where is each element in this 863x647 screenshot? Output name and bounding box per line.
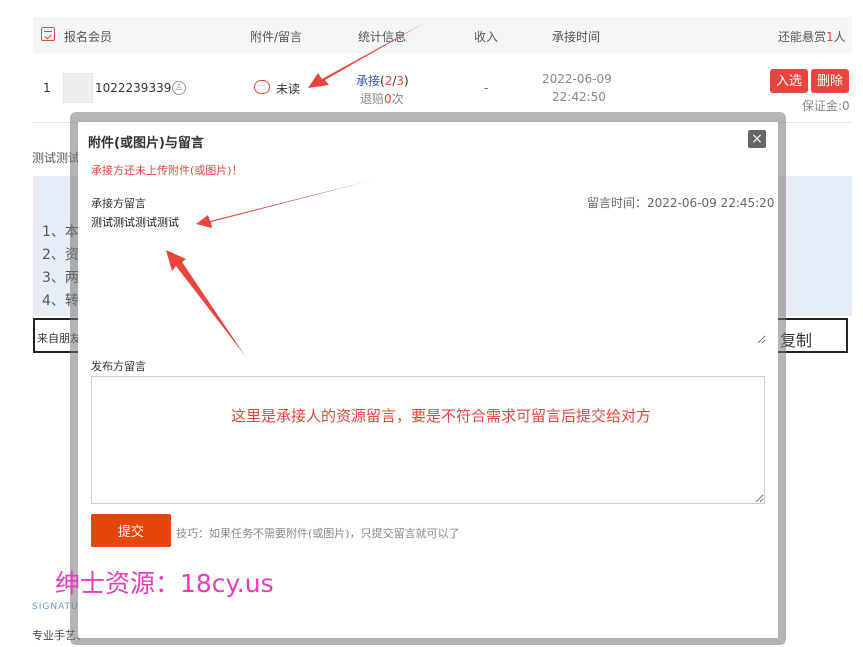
income-value: -: [484, 81, 489, 95]
modal-title: 附件(或图片)与留言: [88, 136, 204, 151]
header-attachment: 附件/留言: [250, 30, 303, 44]
message-icon[interactable]: ···: [254, 80, 270, 94]
header-member: 报名会员: [64, 30, 113, 44]
remaining-count: 1: [826, 30, 834, 44]
accept-time: 22:42:50: [552, 90, 606, 104]
select-button[interactable]: 入选: [770, 69, 809, 93]
watermark: 绅士资源：18cy.us: [55, 569, 274, 598]
deposit: 保证金:0: [802, 99, 850, 113]
message-time: 留言时间：2022-06-09 22:45:20: [587, 196, 775, 210]
submit-tip: 技巧：如果任务不需要附件(或图片)，只提交留言就可以了: [176, 527, 460, 540]
attachment-modal: 附件(或图片)与留言 × 承接方还未上传附件(或图片)！ 承接方留言 留言时间：…: [78, 122, 778, 638]
user-icon: ♙: [172, 81, 186, 95]
table-header: 报名会员 附件/留言 统计信息 收入 承接时间 还能悬赏1人: [33, 17, 852, 53]
refund-stats: 退赔0次: [360, 92, 404, 106]
close-icon[interactable]: ×: [748, 130, 766, 148]
taker-message[interactable]: 测试测试测试测试: [91, 214, 766, 344]
no-attachment-warning: 承接方还未上传附件(或图片)！: [91, 164, 243, 177]
avatar[interactable]: [63, 73, 93, 103]
publisher-message-input[interactable]: [91, 376, 765, 504]
accept-stats[interactable]: 承接(2/3): [356, 72, 409, 89]
calendar-icon: [41, 27, 55, 41]
header-stats: 统计信息: [358, 30, 407, 44]
annotation-note: 这里是承接人的资源留言，要是不符合需求可留言后提交给对方: [231, 407, 652, 425]
row-index: 1: [43, 81, 51, 95]
submit-button[interactable]: 提交: [91, 514, 171, 547]
taker-message-label: 承接方留言: [91, 197, 146, 210]
accept-date: 2022-06-09: [542, 72, 612, 86]
publisher-message-label: 发布方留言: [91, 360, 146, 373]
user-id[interactable]: 1022239339: [95, 81, 171, 95]
unread-status[interactable]: 未读: [276, 80, 300, 97]
header-income: 收入: [474, 30, 499, 44]
delete-button[interactable]: 删除: [811, 69, 850, 93]
header-remaining: 还能悬赏1人: [778, 30, 846, 44]
header-time: 承接时间: [552, 30, 601, 44]
